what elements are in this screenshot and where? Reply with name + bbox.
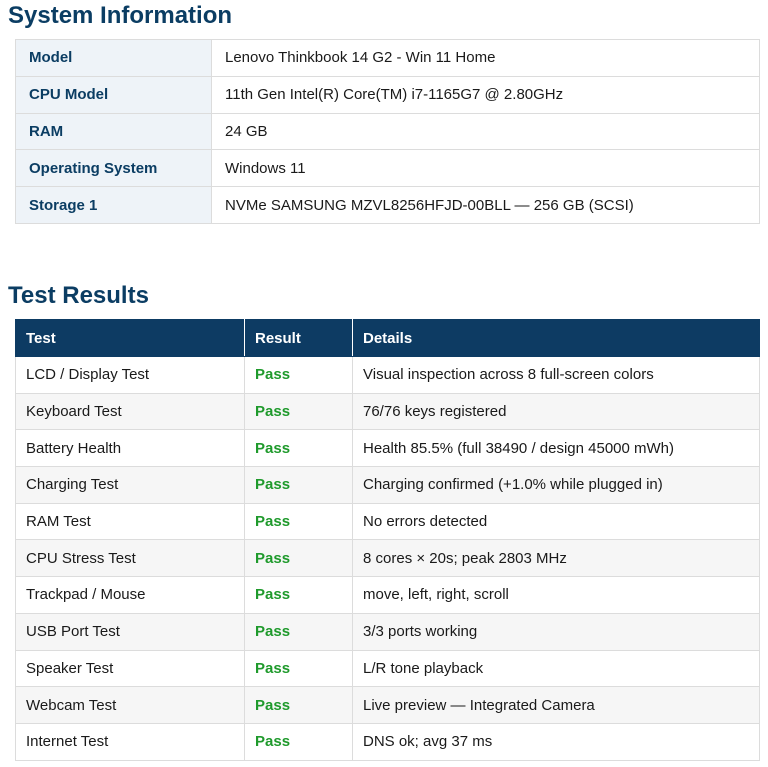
system-information-title: System Information (8, 2, 233, 29)
test-details: DNS ok; avg 37 ms (352, 722, 760, 761)
test-result: Pass (244, 722, 353, 761)
test-result: Pass (244, 686, 353, 724)
system-info-value: 11th Gen Intel(R) Core(TM) i7-1165G7 @ 2… (211, 75, 760, 114)
test-name: RAM Test (15, 502, 245, 541)
test-result: Pass (244, 576, 353, 614)
test-row: CPU Stress Test Pass 8 cores × 20s; peak… (15, 539, 760, 578)
test-result: Pass (244, 392, 353, 431)
test-name: Internet Test (15, 722, 245, 761)
test-details: move, left, right, scroll (352, 576, 760, 614)
system-info-value: Windows 11 (211, 149, 760, 188)
test-result: Pass (244, 466, 353, 504)
system-info-label: CPU Model (15, 75, 212, 114)
test-row: Keyboard Test Pass 76/76 keys registered (15, 392, 760, 431)
test-name: LCD / Display Test (15, 356, 245, 394)
system-info-label: Model (15, 39, 212, 77)
test-name: Battery Health (15, 429, 245, 468)
test-details: Visual inspection across 8 full-screen c… (352, 356, 760, 394)
system-info-row: Model Lenovo Thinkbook 14 G2 - Win 11 Ho… (15, 39, 760, 77)
test-row: Battery Health Pass Health 85.5% (full 3… (15, 429, 760, 468)
test-row: Trackpad / Mouse Pass move, left, right,… (15, 576, 760, 614)
system-info-label: Storage 1 (15, 186, 212, 224)
test-details: 3/3 ports working (352, 612, 760, 651)
system-info-label: Operating System (15, 149, 212, 188)
test-row: Charging Test Pass Charging confirmed (+… (15, 466, 760, 504)
system-info-row: Operating System Windows 11 (15, 149, 760, 188)
system-info-value: 24 GB (211, 112, 760, 151)
test-result: Pass (244, 356, 353, 394)
test-results-title: Test Results (8, 282, 149, 309)
test-details: L/R tone playback (352, 649, 760, 688)
test-details: 8 cores × 20s; peak 2803 MHz (352, 539, 760, 578)
test-result: Pass (244, 539, 353, 578)
system-info-label: RAM (15, 112, 212, 151)
test-result: Pass (244, 502, 353, 541)
test-row: USB Port Test Pass 3/3 ports working (15, 612, 760, 651)
test-details: No errors detected (352, 502, 760, 541)
test-results-table: Test Result Details LCD / Display Test P… (15, 319, 760, 761)
test-row: Internet Test Pass DNS ok; avg 37 ms (15, 722, 760, 761)
system-info-value: Lenovo Thinkbook 14 G2 - Win 11 Home (211, 39, 760, 77)
test-details: Health 85.5% (full 38490 / design 45000 … (352, 429, 760, 468)
header-result: Result (244, 319, 353, 357)
test-details: Live preview — Integrated Camera (352, 686, 760, 724)
test-name: CPU Stress Test (15, 539, 245, 578)
header-test: Test (15, 319, 245, 357)
test-result: Pass (244, 612, 353, 651)
test-row: RAM Test Pass No errors detected (15, 502, 760, 541)
test-name: Keyboard Test (15, 392, 245, 431)
test-row: Speaker Test Pass L/R tone playback (15, 649, 760, 688)
test-name: USB Port Test (15, 612, 245, 651)
test-row: LCD / Display Test Pass Visual inspectio… (15, 356, 760, 394)
test-details: 76/76 keys registered (352, 392, 760, 431)
test-result: Pass (244, 429, 353, 468)
system-info-row: RAM 24 GB (15, 112, 760, 151)
system-info-table: Model Lenovo Thinkbook 14 G2 - Win 11 Ho… (15, 39, 760, 224)
system-info-row: Storage 1 NVMe SAMSUNG MZVL8256HFJD-00BL… (15, 186, 760, 224)
test-name: Charging Test (15, 466, 245, 504)
test-results-header-row: Test Result Details (15, 319, 760, 357)
system-info-row: CPU Model 11th Gen Intel(R) Core(TM) i7-… (15, 75, 760, 114)
header-details: Details (352, 319, 760, 357)
test-result: Pass (244, 649, 353, 688)
test-name: Trackpad / Mouse (15, 576, 245, 614)
test-row: Webcam Test Pass Live preview — Integrat… (15, 686, 760, 724)
test-details: Charging confirmed (+1.0% while plugged … (352, 466, 760, 504)
system-info-value: NVMe SAMSUNG MZVL8256HFJD-00BLL — 256 GB… (211, 186, 760, 224)
test-name: Speaker Test (15, 649, 245, 688)
test-name: Webcam Test (15, 686, 245, 724)
